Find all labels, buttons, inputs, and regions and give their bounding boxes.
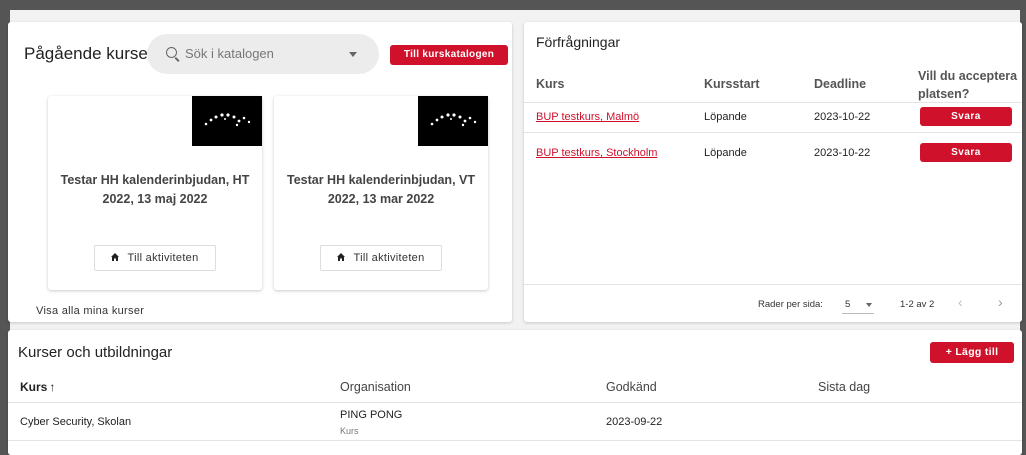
rows-per-page-value: 5 [845,299,851,310]
organisation-type: Kurs [340,426,359,436]
request-deadline: 2023-10-22 [814,147,871,159]
prev-page-icon[interactable]: ‹ [958,294,974,312]
rows-per-page-label: Rader per sida: [758,299,823,310]
column-header-accept: Vill du acceptera platsen? [918,69,1018,101]
course-card: Testar HH kalenderinbjudan, VT 2022, 13 … [274,96,488,290]
to-activity-button[interactable]: Till aktiviteten [320,245,442,271]
to-activity-button[interactable]: Till aktiviteten [94,245,216,271]
courses-education-panel: Kurser och utbildningar + Lägg till Kurs… [8,330,1022,455]
show-all-courses-link[interactable]: Visa alla mina kurser [36,305,144,317]
course-title: Testar HH kalenderinbjudan, VT 2022, 13 … [286,173,475,206]
search-placeholder: Sök i katalogen [185,46,274,61]
requests-panel: Förfrågningar Kurs Kursstart Deadline Vi… [524,22,1022,322]
to-activity-label: Till aktiviteten [353,252,425,264]
column-header-deadline[interactable]: Deadline [814,77,866,91]
courses-education-title: Kurser och utbildningar [18,344,173,361]
next-page-icon[interactable]: › [998,294,1014,312]
chevron-down-icon [866,303,872,307]
pagination-range: 1-2 av 2 [900,299,935,310]
divider [8,440,1022,441]
rows-per-page-select[interactable]: 5 [842,294,874,314]
divider [524,132,1022,133]
chevron-down-icon[interactable] [349,52,357,57]
home-icon [111,253,120,261]
course-thumbnail [418,96,488,146]
divider [524,284,1022,285]
home-icon [337,253,346,261]
divider [524,102,1022,103]
column-header-course[interactable]: Kurs [536,77,564,91]
sort-arrow-icon: ↑ [49,380,56,394]
to-activity-label: Till aktiviteten [127,252,199,264]
requests-title: Förfrågningar [536,34,621,50]
course-thumbnail [192,96,262,146]
request-course-link[interactable]: BUP testkurs, Malmö [536,111,639,123]
column-header-approved[interactable]: Godkänd [606,380,657,394]
column-header-organisation[interactable]: Organisation [340,380,411,394]
request-start: Löpande [704,147,747,159]
request-deadline: 2023-10-22 [814,111,871,123]
request-course-link[interactable]: BUP testkurs, Stockholm [536,147,657,159]
answer-button[interactable]: Svara [920,107,1012,126]
catalog-search-input[interactable]: Sök i katalogen [147,34,379,74]
column-header-course-label: Kurs [20,380,48,394]
course-card: Testar HH kalenderinbjudan, HT 2022, 13 … [48,96,262,290]
approved-date: 2023-09-22 [606,416,663,428]
ongoing-courses-title: Pågående kurser [24,44,154,63]
search-icon [166,47,177,58]
request-start: Löpande [704,111,747,123]
column-header-course[interactable]: Kurs ↑ [20,380,55,394]
column-header-last-day[interactable]: Sista dag [818,380,870,394]
ongoing-courses-panel: Pågående kurser Sök i katalogen Till kur… [8,22,512,322]
course-name: Cyber Security, Skolan [20,416,132,428]
add-button[interactable]: + Lägg till [930,342,1014,363]
organisation-name: PING PONG [340,409,403,421]
divider [8,402,1022,403]
answer-button[interactable]: Svara [920,143,1012,162]
course-catalog-button[interactable]: Till kurskatalogen [390,45,508,65]
course-title: Testar HH kalenderinbjudan, HT 2022, 13 … [60,173,250,206]
column-header-start[interactable]: Kursstart [704,77,760,91]
